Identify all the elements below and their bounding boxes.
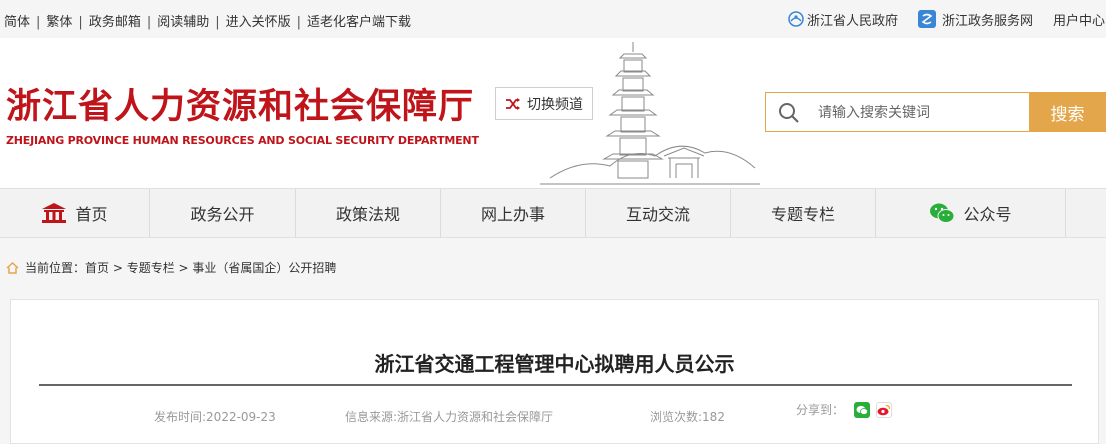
top-right-links: 浙江省人民政府 浙江政务服务网 用户中心 bbox=[788, 8, 1106, 30]
nav-interaction[interactable]: 互动交流 bbox=[586, 189, 731, 237]
info-source: 信息来源:浙江省人力资源和社会保障厅 bbox=[345, 410, 554, 424]
search-bar: 搜索 bbox=[765, 92, 1106, 132]
site-title-english: ZHEJIANG PROVINCE HUMAN RESOURCES AND SO… bbox=[6, 134, 479, 147]
share-bar: 分享到： bbox=[796, 401, 893, 418]
search-input[interactable] bbox=[816, 102, 1020, 124]
breadcrumb-special-topics[interactable]: 专题专栏 bbox=[127, 259, 175, 276]
site-header: 浙江省人力资源和社会保障厅 ZHEJIANG PROVINCE HUMAN RE… bbox=[0, 38, 1106, 188]
breadcrumb-home[interactable]: 首页 bbox=[85, 259, 109, 276]
breadcrumb-separator: > bbox=[109, 260, 127, 275]
government-building-icon bbox=[42, 203, 67, 223]
nav-gov-affairs-label: 政务公开 bbox=[190, 205, 255, 224]
care-version-link[interactable]: 进入关怀版 bbox=[226, 15, 291, 30]
elderly-app-download-link[interactable]: 适老化客户端下载 bbox=[307, 15, 411, 30]
breadcrumb-separator: > bbox=[174, 260, 193, 275]
zhejiang-service-link[interactable]: 浙江政务服务网 bbox=[917, 10, 1033, 29]
separator: | bbox=[215, 15, 220, 30]
breadcrumb: 当前位置： 首页 > 专题专栏 > 事业（省属国企）公开招聘 bbox=[6, 259, 336, 276]
nav-wechat-label: 公众号 bbox=[963, 205, 1012, 224]
breadcrumb-recruitment[interactable]: 事业（省属国企）公开招聘 bbox=[192, 259, 336, 276]
gov-emblem-icon bbox=[788, 11, 804, 27]
service-portal-icon bbox=[917, 10, 936, 28]
view-count: 浏览次数:182 bbox=[650, 410, 725, 424]
article-title: 浙江省交通工程管理中心拟聘用人员公示 bbox=[374, 352, 735, 376]
separator: | bbox=[36, 15, 41, 30]
top-links: 简体 | 繁体 | 政务邮箱 | 阅读辅助 | 进入关怀版 | 适老化客户端下载 bbox=[4, 11, 411, 30]
nav-online-services-label: 网上办事 bbox=[480, 205, 545, 224]
home-icon bbox=[6, 261, 19, 274]
title-divider bbox=[39, 384, 1072, 386]
weibo-share-icon[interactable] bbox=[876, 401, 893, 418]
share-label: 分享到： bbox=[796, 403, 845, 417]
separator: | bbox=[78, 15, 83, 30]
wechat-icon bbox=[930, 203, 955, 223]
shuffle-icon bbox=[506, 97, 520, 110]
nav-gov-affairs[interactable]: 政务公开 bbox=[150, 189, 296, 237]
simplified-chinese-link[interactable]: 简体 bbox=[4, 15, 30, 30]
zhejiang-gov-label: 浙江省人民政府 bbox=[806, 13, 898, 29]
separator: | bbox=[296, 15, 302, 30]
gov-email-link[interactable]: 政务邮箱 bbox=[89, 15, 141, 30]
nav-policies[interactable]: 政策法规 bbox=[296, 189, 441, 237]
user-center-link[interactable]: 用户中心 bbox=[1053, 10, 1105, 29]
search-box bbox=[765, 92, 1029, 132]
nav-home-label: 首页 bbox=[75, 205, 108, 224]
nav-online-services[interactable]: 网上办事 bbox=[441, 189, 586, 237]
nav-special-topics-label: 专题专栏 bbox=[770, 205, 835, 224]
nav-policies-label: 政策法规 bbox=[335, 205, 400, 224]
nav-special-topics[interactable]: 专题专栏 bbox=[731, 189, 876, 237]
user-center-label: 用户中心 bbox=[1052, 13, 1105, 29]
publish-time: 发布时间:2022-09-23 bbox=[154, 410, 276, 424]
search-icon bbox=[779, 103, 799, 123]
separator: | bbox=[146, 15, 152, 30]
traditional-chinese-link[interactable]: 繁体 bbox=[46, 15, 72, 30]
nav-wechat-official[interactable]: 公众号 bbox=[876, 189, 1066, 237]
search-button[interactable]: 搜索 bbox=[1029, 92, 1106, 132]
zhejiang-gov-link[interactable]: 浙江省人民政府 bbox=[788, 10, 898, 29]
breadcrumb-label: 当前位置： bbox=[25, 261, 86, 275]
site-title: 浙江省人力资源和社会保障厅 bbox=[6, 86, 475, 127]
nav-home[interactable]: 首页 bbox=[0, 189, 150, 237]
top-utility-bar: 简体 | 繁体 | 政务邮箱 | 阅读辅助 | 进入关怀版 | 适老化客户端下载 浙江省人民政府 浙… bbox=[0, 0, 1106, 38]
main-nav: 首页 政务公开 政策法规 网上办事 互动交流 专题专栏 公众号 bbox=[0, 188, 1106, 238]
pagoda-illustration bbox=[540, 42, 760, 185]
wechat-share-icon[interactable] bbox=[854, 401, 871, 418]
zhejiang-service-label: 浙江政务服务网 bbox=[941, 13, 1033, 29]
article-panel: 浙江省交通工程管理中心拟聘用人员公示 发布时间:2022-09-23 信息来源:… bbox=[10, 299, 1099, 444]
nav-interaction-label: 互动交流 bbox=[625, 205, 690, 224]
reading-assist-link[interactable]: 阅读辅助 bbox=[157, 15, 209, 30]
